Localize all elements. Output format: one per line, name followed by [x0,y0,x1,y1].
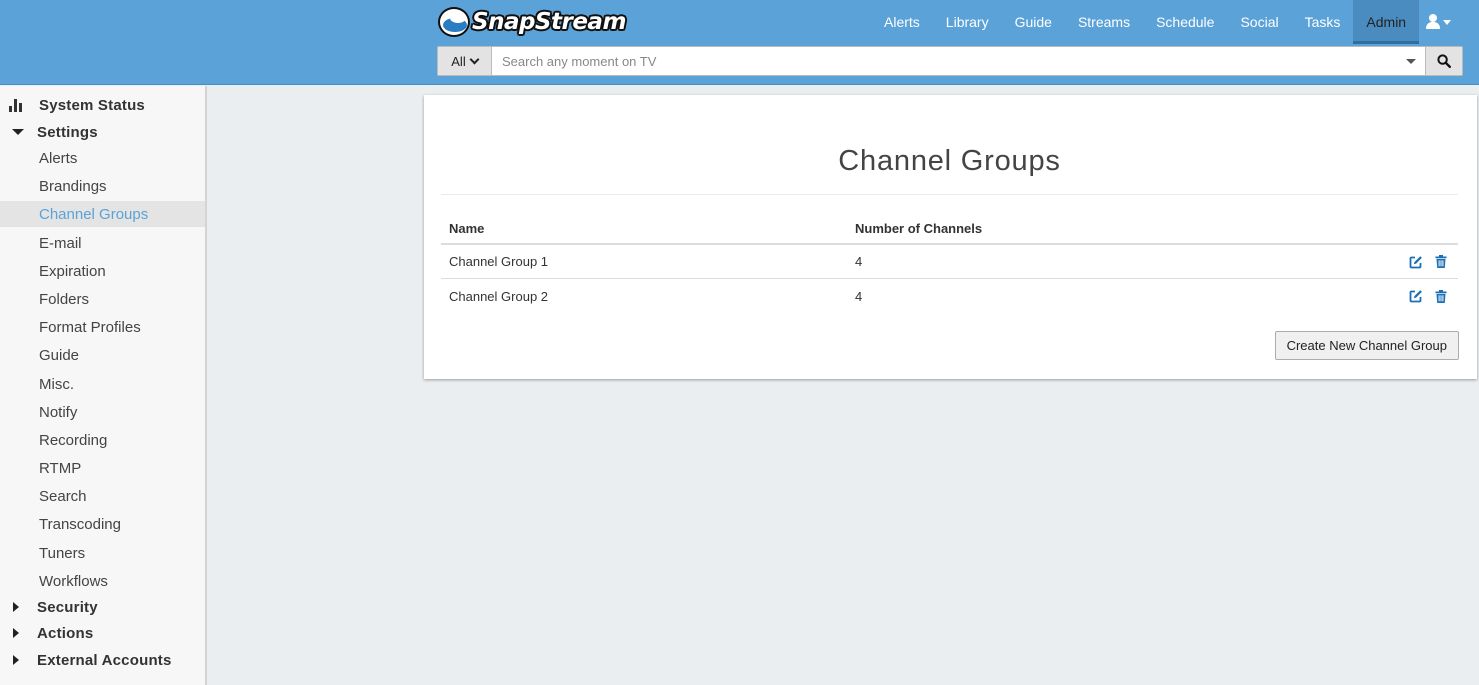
brand-name: SnapStream [472,9,626,35]
edit-icon [1409,255,1422,268]
search-button[interactable] [1425,47,1462,75]
user-icon [1425,14,1440,30]
sidebar-item-tuners[interactable]: Tuners [0,540,205,566]
sidebar-item-workflows[interactable]: Workflows [0,568,205,594]
search-icon [1437,54,1451,68]
main-nav: Alerts Library Guide Streams Schedule So… [871,0,1420,44]
sidebar-item-email[interactable]: E-mail [0,230,205,256]
sidebar-actions[interactable]: Actions [0,620,205,646]
nav-alerts[interactable]: Alerts [871,0,933,44]
search-bar: All [437,46,1463,76]
nav-library[interactable]: Library [933,0,1002,44]
edit-button[interactable] [1408,254,1423,269]
page-title: Channel Groups [838,145,1061,177]
title-divider [441,194,1458,195]
search-input[interactable] [492,47,1397,75]
user-menu-button[interactable] [1413,0,1463,44]
caret-right-icon [13,655,19,665]
nav-tasks[interactable]: Tasks [1292,0,1354,44]
sidebar-system-status[interactable]: System Status [0,92,205,118]
nav-streams[interactable]: Streams [1065,0,1143,44]
search-scope-label: All [451,53,466,69]
caret-down-icon [12,129,24,135]
sidebar-security[interactable]: Security [0,594,205,620]
sidebar-settings-label: Settings [37,123,98,141]
sidebar-system-status-label: System Status [39,96,145,114]
nav-admin[interactable]: Admin [1353,0,1420,44]
trash-icon [1435,289,1446,303]
sidebar-external-accounts[interactable]: External Accounts [0,647,205,673]
edit-button[interactable] [1408,289,1423,304]
top-header: SnapStream Alerts Library Guide Streams … [0,0,1479,85]
delete-button[interactable] [1433,254,1448,269]
channel-count: 4 [855,254,863,269]
column-header-name: Name [449,220,485,236]
table-row: Channel Group 1 4 [441,245,1458,279]
sidebar-item-brandings[interactable]: Brandings [0,173,205,199]
column-header-number-of-channels: Number of Channels [855,220,983,236]
sidebar-item-folders[interactable]: Folders [0,286,205,312]
nav-social[interactable]: Social [1227,0,1291,44]
sidebar-item-rtmp[interactable]: RTMP [0,455,205,481]
sidebar-item-recording[interactable]: Recording [0,427,205,453]
create-channel-group-button[interactable]: Create New Channel Group [1274,331,1459,360]
search-suggestions-toggle[interactable] [1397,47,1425,75]
channel-count: 4 [855,288,863,304]
table-header-row: Name Number of Channels [441,213,1458,245]
sidebar-actions-label: Actions [37,624,94,642]
sidebar-item-expiration[interactable]: Expiration [0,258,205,284]
sidebar-item-notify[interactable]: Notify [0,399,205,425]
sidebar-item-format-profiles[interactable]: Format Profiles [0,314,205,340]
sidebar-security-label: Security [37,598,98,616]
bar-chart-icon [9,98,23,112]
channel-group-name: Channel Group 1 [449,254,549,269]
caret-right-icon [13,602,19,612]
sidebar-settings[interactable]: Settings [0,119,205,145]
sidebar-external-accounts-label: External Accounts [37,651,172,669]
channel-groups-panel: Channel Groups Name Number of Channels C… [424,95,1477,379]
trash-icon [1435,255,1446,268]
snapstream-logo-icon [438,7,470,37]
caret-right-icon [13,628,19,638]
snapstream-logo[interactable]: SnapStream [438,6,626,38]
nav-guide[interactable]: Guide [1002,0,1065,44]
channel-groups-table: Name Number of Channels Channel Group 1 … [441,213,1458,313]
search-scope-dropdown[interactable]: All [438,47,492,75]
edit-icon [1409,290,1422,303]
row-actions [1408,245,1448,278]
delete-button[interactable] [1433,289,1448,304]
channel-group-name: Channel Group 2 [449,288,549,304]
admin-sidebar: System Status Settings Alerts Brandings … [0,86,207,685]
sidebar-item-alerts[interactable]: Alerts [0,145,205,171]
caret-down-icon [1406,58,1416,64]
sidebar-item-search[interactable]: Search [0,483,205,509]
chevron-down-icon [469,54,480,64]
sidebar-item-transcoding[interactable]: Transcoding [0,511,205,537]
nav-schedule[interactable]: Schedule [1143,0,1227,44]
table-row: Channel Group 2 4 [441,279,1458,313]
sidebar-item-channel-groups[interactable]: Channel Groups [0,201,205,227]
caret-down-icon [1442,19,1451,25]
row-actions [1408,279,1448,313]
sidebar-item-guide[interactable]: Guide [0,342,205,368]
sidebar-item-misc[interactable]: Misc. [0,371,205,397]
